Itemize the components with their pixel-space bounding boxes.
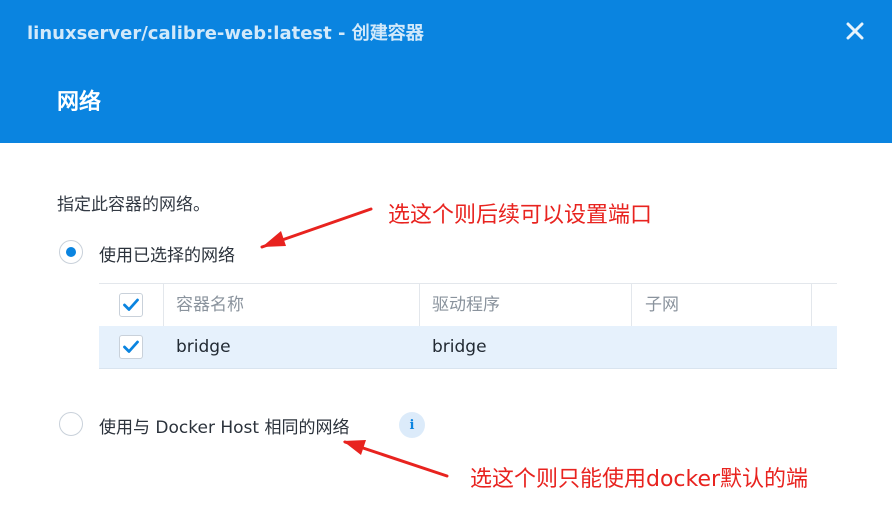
arrow-bottom	[343, 440, 449, 478]
column-divider	[631, 284, 632, 326]
column-header-container-name[interactable]: 容器名称	[176, 284, 244, 326]
table-header-row: 容器名称 驱动程序 子网	[99, 283, 837, 327]
close-button[interactable]	[840, 16, 870, 46]
info-icon[interactable]: i	[399, 412, 425, 438]
select-all-checkbox[interactable]	[119, 293, 143, 317]
window-title: linuxserver/calibre-web:latest - 创建容器	[27, 23, 424, 44]
network-table: 容器名称 驱动程序 子网 bridge bridge	[99, 283, 837, 369]
radio-selected-network[interactable]	[59, 240, 83, 264]
cell-driver: bridge	[432, 337, 487, 357]
section-description: 指定此容器的网络。	[57, 195, 210, 215]
annotation-top: 选这个则后续可以设置端口	[388, 203, 653, 228]
check-icon	[123, 298, 139, 311]
radio-host-network[interactable]	[59, 412, 83, 436]
table-row[interactable]: bridge bridge	[99, 326, 837, 369]
column-header-subnet[interactable]: 子网	[645, 284, 679, 326]
arrow-top	[260, 207, 373, 249]
column-divider	[419, 284, 420, 326]
cell-container-name: bridge	[176, 337, 231, 357]
close-icon	[846, 22, 864, 40]
column-divider	[163, 284, 164, 326]
dialog-header: linuxserver/calibre-web:latest - 创建容器 网络	[0, 0, 892, 143]
page-title: 网络	[57, 90, 102, 115]
check-icon	[123, 340, 139, 353]
column-divider	[811, 284, 812, 326]
radio-selected-network-label[interactable]: 使用已选择的网络	[99, 241, 235, 266]
radio-host-network-label[interactable]: 使用与 Docker Host 相同的网络	[99, 413, 349, 438]
row-checkbox[interactable]	[119, 335, 143, 359]
column-header-driver[interactable]: 驱动程序	[432, 284, 500, 326]
annotation-bottom: 选这个则只能使用docker默认的端	[470, 467, 809, 492]
